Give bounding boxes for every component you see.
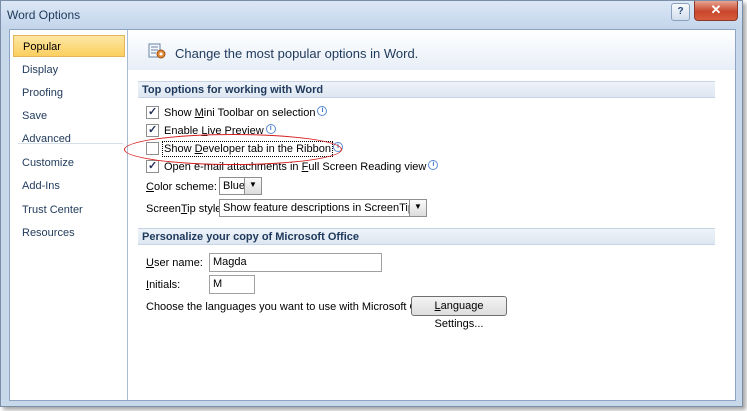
section-personalize: Personalize your copy of Microsoft Offic… [138,228,715,245]
color-scheme-value: Blue [223,180,246,192]
sidebar: Popular Display Proofing Save Advanced C… [10,30,128,400]
live-preview-checkbox[interactable]: ✓ [146,123,159,137]
info-icon[interactable]: i [317,106,328,116]
check-icon: ✓ [148,123,158,136]
color-scheme-label: Color scheme: [146,181,217,193]
screentip-style-value: Show feature descriptions in ScreenTips [223,202,420,214]
sidebar-item-display[interactable]: Display [13,59,125,81]
sidebar-item-trust-center[interactable]: Trust Center [13,199,125,221]
panel-heading: Change the most popular options in Word. [175,46,419,61]
panel-header: Change the most popular options in Word. [128,30,735,70]
sidebar-item-proofing[interactable]: Proofing [13,82,125,104]
main-panel: Change the most popular options in Word.… [128,30,735,400]
dropdown-arrow-icon[interactable]: ▼ [409,200,426,216]
options-icon [148,43,166,59]
help-button[interactable]: ? [671,3,690,21]
sidebar-item-popular[interactable]: Popular [13,35,125,57]
word-options-window: Word Options ? ✕ Popular Display Proofin… [0,0,743,407]
window-title: Word Options [7,8,81,22]
check-icon: ✓ [148,105,158,118]
color-scheme-select[interactable]: Blue ▼ [219,177,262,195]
initials-label: Initials: [146,279,181,291]
dropdown-arrow-icon[interactable]: ▼ [244,178,261,194]
sidebar-item-advanced[interactable]: Advanced [13,128,125,150]
user-name-input[interactable]: Magda [209,253,382,272]
info-icon[interactable]: i [428,160,439,170]
info-icon[interactable]: i [265,124,276,134]
highlight-annotation [124,134,342,165]
full-screen-reading-checkbox[interactable]: ✓ [146,159,159,173]
language-settings-button[interactable]: Language Settings... [411,296,507,330]
mini-toolbar-checkbox[interactable]: ✓ [146,105,159,119]
mini-toolbar-label: Show Mini Toolbar on selection [164,107,316,119]
screentip-style-select[interactable]: Show feature descriptions in ScreenTips … [219,199,427,217]
languages-label: Choose the languages you want to use wit… [146,301,442,313]
initials-input[interactable]: M [209,275,255,294]
sidebar-item-save[interactable]: Save [13,105,125,127]
sidebar-divider [18,143,123,144]
screentip-style-label: ScreenTip style: [146,203,225,215]
user-name-label: User name: [146,257,203,269]
title-bar: Word Options ? ✕ [1,1,742,29]
sidebar-item-resources[interactable]: Resources [13,222,125,244]
section-top-options: Top options for working with Word [138,81,715,98]
close-button[interactable]: ✕ [694,1,738,21]
sidebar-item-add-ins[interactable]: Add-Ins [13,175,125,197]
dialog-content: Popular Display Proofing Save Advanced C… [9,29,736,401]
sidebar-item-customize[interactable]: Customize [13,152,125,174]
checkbox-row-mini-toolbar[interactable]: ✓ Show Mini Toolbar on selection i [146,105,328,121]
